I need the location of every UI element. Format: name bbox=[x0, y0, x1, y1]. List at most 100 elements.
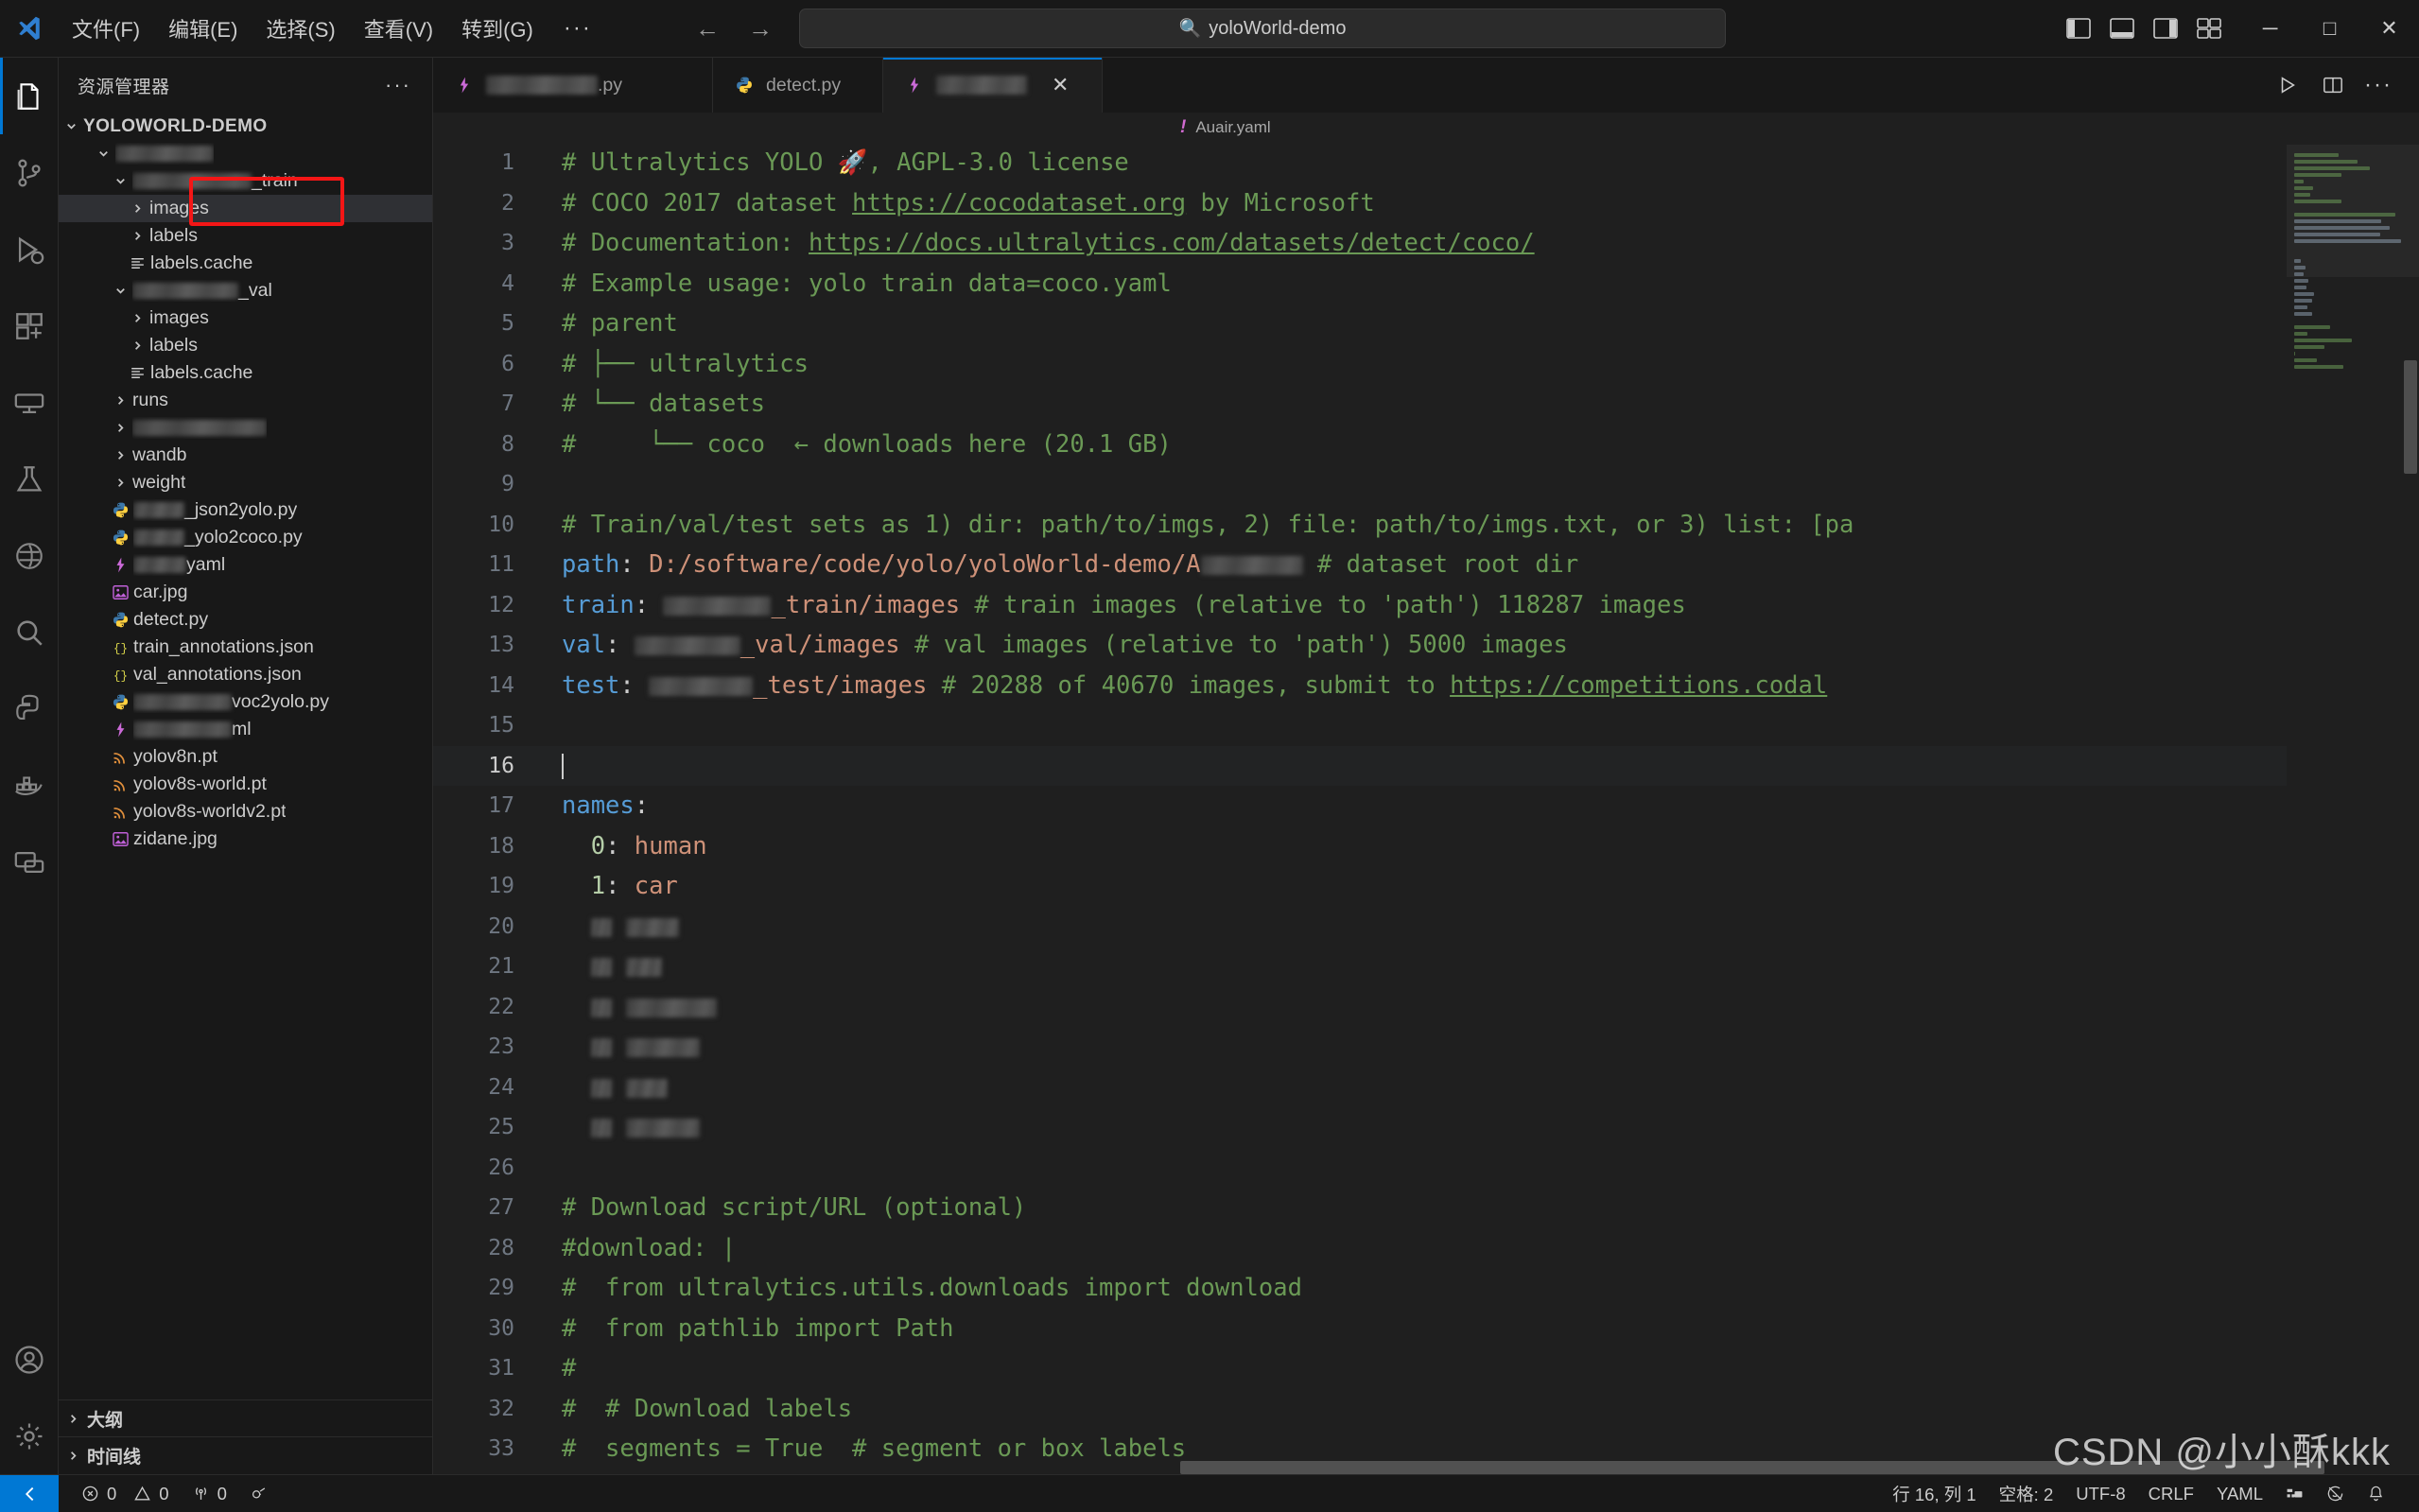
tree-item-runs[interactable]: runs bbox=[59, 387, 432, 414]
activity-docker-icon[interactable] bbox=[0, 747, 59, 824]
code-line[interactable]: 24 bbox=[433, 1068, 2287, 1108]
menu-more-icon[interactable]: ··· bbox=[548, 11, 607, 45]
tree-item-labels-cache[interactable]: labels.cache bbox=[59, 359, 432, 387]
customize-layout-icon[interactable] bbox=[2187, 9, 2231, 47]
code-line[interactable]: 11 path: D:/software/code/yolo/yoloWorld-… bbox=[433, 545, 2287, 585]
code-line[interactable]: 22 bbox=[433, 987, 2287, 1028]
code-line[interactable]: 20 bbox=[433, 907, 2287, 947]
tree-item-ml[interactable]: ml bbox=[59, 716, 432, 743]
status-ports[interactable]: 0 bbox=[181, 1475, 238, 1512]
tree-item-yolov8s-worldv2-pt[interactable]: yolov8s-worldv2.pt bbox=[59, 798, 432, 826]
code-line[interactable]: 29 # from ultralytics.utils.downloads imp… bbox=[433, 1268, 2287, 1309]
minimap-slider[interactable] bbox=[2287, 145, 2419, 277]
menu-view[interactable]: 查看(V) bbox=[351, 7, 446, 50]
status-language-mode[interactable]: YAML bbox=[2205, 1475, 2274, 1512]
tree-item-yolo2coco-py[interactable]: _yolo2coco.py bbox=[59, 524, 432, 551]
code-line[interactable]: 16 bbox=[433, 745, 2287, 786]
tree-item-redacted[interactable] bbox=[59, 140, 432, 167]
status-editor-layout-icon[interactable] bbox=[2274, 1475, 2315, 1512]
explorer-more-icon[interactable]: ··· bbox=[385, 73, 411, 97]
activity-source-control-icon[interactable] bbox=[0, 134, 59, 211]
code-line[interactable]: 4 # Example usage: yolo train data=coco.y… bbox=[433, 264, 2287, 304]
menu-go[interactable]: 转到(G) bbox=[448, 7, 547, 50]
code-line[interactable]: 3 # Documentation: https://docs.ultralyti… bbox=[433, 223, 2287, 264]
activity-copilot-chat-icon[interactable] bbox=[0, 517, 59, 594]
activity-explorer-icon[interactable] bbox=[0, 58, 59, 134]
tree-item-weight[interactable]: weight bbox=[59, 469, 432, 496]
tree-item-labels-cache[interactable]: labels.cache bbox=[59, 250, 432, 277]
tree-item-labels[interactable]: labels bbox=[59, 332, 432, 359]
menu-edit[interactable]: 编辑(E) bbox=[155, 7, 251, 50]
tree-item-json2yolo-py[interactable]: _json2yolo.py bbox=[59, 496, 432, 524]
code-lines-container[interactable]: 1 # Ultralytics YOLO 🚀, AGPL-3.0 license 2… bbox=[433, 143, 2287, 1474]
code-line[interactable]: 9 bbox=[433, 464, 2287, 505]
code-line[interactable]: 12 train: _train/images # train images (r… bbox=[433, 585, 2287, 626]
forward-icon[interactable]: → bbox=[746, 14, 774, 43]
vertical-scrollbar[interactable] bbox=[2404, 360, 2417, 474]
code-line[interactable]: 2 # COCO 2017 dataset https://cocodataset… bbox=[433, 183, 2287, 224]
status-bell-icon[interactable] bbox=[2356, 1475, 2396, 1512]
toggle-panel-icon[interactable] bbox=[2100, 9, 2144, 47]
run-python-file-icon[interactable] bbox=[2268, 65, 2307, 105]
code-editor[interactable]: 1 # Ultralytics YOLO 🚀, AGPL-3.0 license 2… bbox=[433, 143, 2419, 1474]
status-problems[interactable]: 0 0 bbox=[59, 1475, 181, 1512]
code-line[interactable]: 15 bbox=[433, 705, 2287, 746]
activity-settings-icon[interactable] bbox=[0, 1398, 59, 1474]
code-line[interactable]: 10 # Train/val/test sets as 1) dir: path/… bbox=[433, 505, 2287, 546]
tree-item-images[interactable]: images bbox=[59, 195, 432, 222]
file-tree[interactable]: YOLOWORLD-DEMO _train images labels labels.… bbox=[59, 113, 432, 1399]
activity-extensions-icon[interactable] bbox=[0, 287, 59, 364]
code-line[interactable]: 23 bbox=[433, 1027, 2287, 1068]
code-line[interactable]: 1 # Ultralytics YOLO 🚀, AGPL-3.0 license bbox=[433, 143, 2287, 183]
editor-tab-1[interactable]: detect.py bbox=[713, 58, 883, 113]
split-editor-right-icon[interactable] bbox=[2313, 65, 2353, 105]
code-line[interactable]: 5 # parent bbox=[433, 304, 2287, 344]
code-line[interactable]: 27 # Download script/URL (optional) bbox=[433, 1188, 2287, 1228]
tree-item-detect-py[interactable]: detect.py bbox=[59, 606, 432, 634]
sidebar-section-timeline[interactable]: 时间线 bbox=[59, 1437, 432, 1474]
activity-remote-explorer-icon[interactable] bbox=[0, 364, 59, 441]
code-line[interactable]: 30 # from pathlib import Path bbox=[433, 1309, 2287, 1349]
editor-tab-2[interactable]: ✕ bbox=[883, 58, 1103, 113]
code-line[interactable]: 6 # ├── ultralytics bbox=[433, 344, 2287, 385]
command-center-search[interactable]: 🔍 yoloWorld-demo bbox=[799, 9, 1726, 48]
breadcrumb[interactable]: ! Auair.yaml bbox=[433, 113, 2419, 143]
code-line[interactable]: 26 bbox=[433, 1148, 2287, 1189]
menu-selection[interactable]: 选择(S) bbox=[252, 7, 348, 50]
tree-item-zidane-jpg[interactable]: zidane.jpg bbox=[59, 826, 432, 853]
tree-item-yolov8s-world-pt[interactable]: yolov8s-world.pt bbox=[59, 771, 432, 798]
tree-item-voc2yolo-py[interactable]: voc2yolo.py bbox=[59, 688, 432, 716]
activity-testing-icon[interactable] bbox=[0, 441, 59, 517]
status-indentation[interactable]: 空格: 2 bbox=[1988, 1475, 2065, 1512]
code-line[interactable]: 31 # bbox=[433, 1348, 2287, 1389]
activity-python-icon[interactable] bbox=[0, 670, 59, 747]
window-maximize-button[interactable]: □ bbox=[2300, 0, 2359, 58]
code-line[interactable]: 7 # └── datasets bbox=[433, 384, 2287, 425]
status-feedback-icon[interactable] bbox=[2315, 1475, 2356, 1512]
close-icon[interactable]: ✕ bbox=[1052, 73, 1069, 97]
status-eol[interactable]: CRLF bbox=[2137, 1475, 2205, 1512]
activity-accounts-icon[interactable] bbox=[0, 1321, 59, 1398]
remote-window-icon[interactable] bbox=[0, 1474, 59, 1512]
minimap[interactable] bbox=[2287, 143, 2419, 1474]
code-line[interactable]: 8 # └── coco ← downloads here (20.1 GB) bbox=[433, 425, 2287, 465]
code-line[interactable]: 18 0: human bbox=[433, 826, 2287, 867]
tree-item-car-jpg[interactable]: car.jpg bbox=[59, 579, 432, 606]
tree-item-wandb[interactable]: wandb bbox=[59, 442, 432, 469]
code-line[interactable]: 32 # # Download labels bbox=[433, 1389, 2287, 1430]
activity-search-icon[interactable] bbox=[0, 594, 59, 670]
toggle-secondary-sidebar-icon[interactable] bbox=[2144, 9, 2187, 47]
tree-item-labels[interactable]: labels bbox=[59, 222, 432, 250]
code-line[interactable]: 13 val: _val/images # val images (relativ… bbox=[433, 625, 2287, 666]
menu-file[interactable]: 文件(F) bbox=[59, 7, 153, 50]
tree-item-yaml[interactable]: yaml bbox=[59, 551, 432, 579]
editor-more-actions-icon[interactable]: ··· bbox=[2358, 65, 2398, 105]
horizontal-scrollbar[interactable] bbox=[1180, 1461, 2324, 1474]
code-line[interactable]: 17 names: bbox=[433, 786, 2287, 826]
status-encoding[interactable]: UTF-8 bbox=[2064, 1475, 2136, 1512]
activity-live-share-icon[interactable] bbox=[0, 824, 59, 900]
window-minimize-button[interactable]: ─ bbox=[2240, 0, 2300, 58]
code-line[interactable]: 28 #download: | bbox=[433, 1228, 2287, 1269]
sidebar-section-outline[interactable]: 大纲 bbox=[59, 1400, 432, 1437]
tree-item-images[interactable]: images bbox=[59, 304, 432, 332]
